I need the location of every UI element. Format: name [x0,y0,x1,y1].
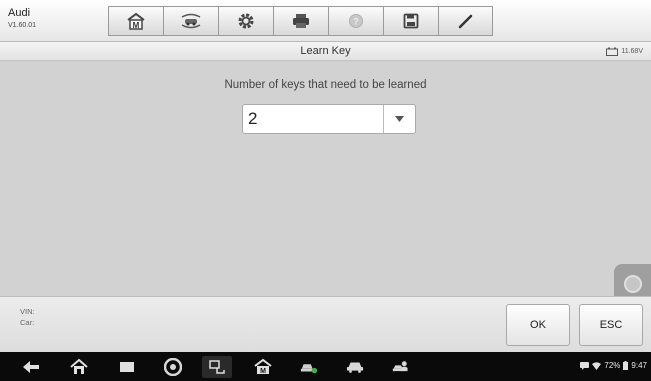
vehicle-swap-icon [181,13,201,29]
vehicle-service-button[interactable] [300,358,318,376]
remote-icon [209,360,225,374]
footer-bar: VIN: Car: OK ESC [0,296,651,352]
car-label: Car: [20,318,35,327]
home-icon: M [127,12,145,30]
main-content: Number of keys that need to be learned 2 [0,62,651,304]
assist-dot-icon [623,275,642,293]
help-icon: ? [349,14,363,28]
home-icon [70,359,88,374]
vehicle-service-icon [300,364,318,374]
edit-icon [458,14,472,29]
car-button[interactable] [346,358,364,376]
edit-button[interactable] [438,6,493,36]
recents-button[interactable] [118,358,136,376]
page-title: Learn Key [300,45,351,57]
chrome-button[interactable] [164,358,182,376]
svg-text:?: ? [353,17,359,27]
key-count-select[interactable]: 2 [242,104,416,134]
maxisys-icon: M [254,359,272,375]
esc-button[interactable]: ESC [579,304,643,346]
message-icon [580,361,590,370]
wifi-icon [592,361,602,370]
save-button[interactable] [383,6,438,36]
back-button[interactable] [22,358,40,376]
svg-text:M: M [260,368,266,375]
top-toolbar: Audi V1.60.01 M ? [0,0,651,42]
vehicle-make: Audi [8,7,31,19]
status-area: 72% 9:47 [580,361,647,370]
chrome-icon [164,358,182,376]
chevron-down-icon [395,115,404,122]
save-icon [403,13,419,29]
car-icon [346,362,364,373]
settings-button[interactable] [218,6,273,36]
battery-voltage: 11.68V [606,47,643,56]
ok-button[interactable]: OK [506,304,570,346]
key-count-value: 2 [248,109,258,128]
title-bar: Learn Key 11.68V [0,42,651,61]
voltage-value: 11.68V [621,48,643,55]
vin-label: VIN: [20,307,35,316]
battery-status-icon [623,361,629,370]
battery-percent: 72% [604,361,621,370]
vehicle-info: Audi V1.60.01 [8,7,37,30]
vehicle-id-info: VIN: Car: [20,306,35,328]
home-button[interactable]: M [108,6,163,36]
vehicle-swap-button[interactable] [163,6,218,36]
dropdown-button[interactable] [383,105,415,133]
settings-icon [238,13,254,29]
maxisys-button[interactable]: M [254,358,272,376]
user-car-icon [392,361,408,372]
clock: 9:47 [631,361,647,370]
nav-home-button[interactable] [70,358,88,376]
remote-button[interactable] [202,356,232,378]
help-button[interactable]: ? [328,6,383,36]
print-icon [293,14,309,28]
print-button[interactable] [273,6,328,36]
system-nav-bar: M 72% 9:47 [0,352,651,381]
keys-prompt: Number of keys that need to be learned [224,79,427,91]
recents-icon [120,362,134,372]
software-version: V1.60.01 [8,22,37,29]
battery-icon [606,47,619,56]
toolbar-buttons: M ? [108,6,493,36]
svg-text:M: M [133,21,140,30]
back-icon [23,361,39,373]
user-car-button[interactable] [392,358,410,376]
